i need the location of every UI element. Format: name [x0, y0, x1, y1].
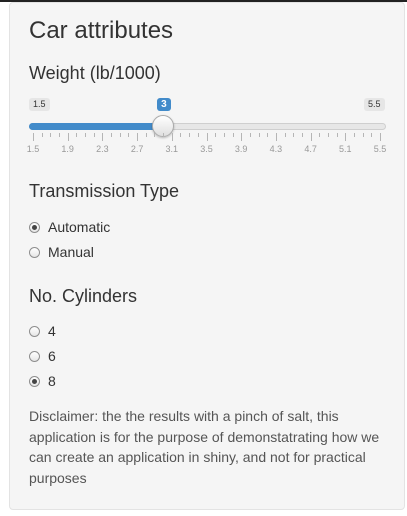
- radio-label: 6: [48, 348, 56, 364]
- sidebar-panel: Car attributes Weight (lb/1000) 1.5 5.5 …: [9, 2, 405, 510]
- radio-label: Manual: [48, 244, 94, 260]
- slider-minor-tick: [189, 133, 191, 137]
- weight-value-badge: 3: [157, 98, 171, 111]
- slider-major-tick: [380, 133, 381, 141]
- slider-minor-tick: [327, 133, 329, 137]
- slider-minor-tick: [163, 133, 165, 137]
- slider-major-tick: [33, 133, 34, 141]
- slider-minor-tick: [284, 133, 286, 137]
- slider-major-tick: [275, 133, 277, 141]
- slider-major-tick: [137, 133, 139, 141]
- slider-minor-tick: [50, 133, 52, 137]
- slider-minor-tick: [319, 133, 321, 137]
- weight-label: Weight (lb/1000): [29, 63, 161, 83]
- slider-minor-tick: [145, 133, 147, 137]
- radio-label: 8: [48, 373, 56, 389]
- slider-minor-tick: [154, 133, 156, 137]
- radio-button[interactable]: [29, 350, 40, 362]
- slider-minor-tick: [223, 133, 225, 137]
- slider-minor-tick: [258, 133, 260, 137]
- cylinders-option-4[interactable]: 4: [29, 322, 56, 340]
- slider-minor-tick: [85, 133, 87, 137]
- slider-tick-label: 3.5: [200, 144, 213, 154]
- weight-max-label: 5.5: [364, 98, 385, 111]
- slider-tick-label: 5.5: [373, 144, 387, 154]
- cylinders-option-6[interactable]: 6: [29, 347, 56, 365]
- slider-minor-tick: [128, 133, 130, 137]
- slider-tick-label: 2.7: [130, 144, 144, 154]
- slider-major-tick: [206, 133, 208, 141]
- slider-major-tick: [67, 133, 69, 141]
- slider-major-tick: [171, 133, 173, 141]
- slider-minor-tick: [111, 133, 113, 137]
- weight-min-label: 1.5: [29, 98, 50, 111]
- weight-slider-ticks: 1.5 1.9 2.3 2.7 3.1 3.5 3.9 4.3 4.7 5.1 5.5: [10, 133, 407, 157]
- radio-label: Automatic: [48, 219, 111, 235]
- slider-minor-tick: [353, 133, 355, 137]
- cylinders-option-8[interactable]: 8: [29, 372, 56, 390]
- slider-tick-label: 3.1: [165, 144, 179, 154]
- panel-title: Car attributes: [29, 17, 174, 44]
- slider-minor-tick: [249, 133, 251, 137]
- slider-minor-tick: [180, 133, 182, 137]
- slider-minor-tick: [41, 133, 43, 137]
- slider-minor-tick: [76, 133, 78, 137]
- slider-minor-tick: [232, 133, 234, 137]
- slider-minor-tick: [267, 133, 269, 137]
- slider-major-tick: [241, 133, 243, 141]
- slider-minor-tick: [93, 133, 95, 137]
- slider-minor-tick: [362, 133, 364, 137]
- transmission-label: Transmission Type: [29, 181, 180, 201]
- slider-major-tick: [345, 133, 347, 141]
- slider-tick-label: 4.3: [269, 144, 283, 154]
- slider-major-tick: [310, 133, 312, 141]
- radio-button[interactable]: [29, 246, 40, 258]
- transmission-option-manual[interactable]: Manual: [29, 243, 94, 261]
- slider-tick-label: 3.9: [234, 144, 248, 154]
- slider-minor-tick: [197, 133, 199, 137]
- radio-button[interactable]: [29, 325, 40, 337]
- slider-tick-label: 2.3: [96, 144, 109, 154]
- weight-slider-bar: [29, 123, 164, 130]
- slider-minor-tick: [215, 133, 217, 137]
- slider-tick-label: 4.7: [304, 144, 317, 154]
- slider-minor-tick: [371, 133, 373, 137]
- slider-minor-tick: [293, 133, 295, 137]
- disclaimer-text: Disclaimer: the the results with a pinch…: [29, 408, 380, 486]
- radio-label: 4: [48, 323, 56, 339]
- slider-minor-tick: [119, 133, 121, 137]
- slider-minor-tick: [301, 133, 303, 137]
- transmission-option-automatic[interactable]: Automatic: [29, 218, 110, 236]
- slider-tick-label: 5.1: [339, 144, 352, 154]
- slider-tick-label: 1.5: [26, 144, 40, 154]
- slider-minor-tick: [59, 133, 61, 137]
- slider-major-tick: [102, 133, 104, 141]
- cylinders-label: No. Cylinders: [29, 286, 138, 306]
- slider-minor-tick: [336, 133, 338, 137]
- radio-button[interactable]: [29, 221, 40, 233]
- slider-tick-label: 1.9: [61, 144, 74, 154]
- radio-button[interactable]: [29, 375, 40, 387]
